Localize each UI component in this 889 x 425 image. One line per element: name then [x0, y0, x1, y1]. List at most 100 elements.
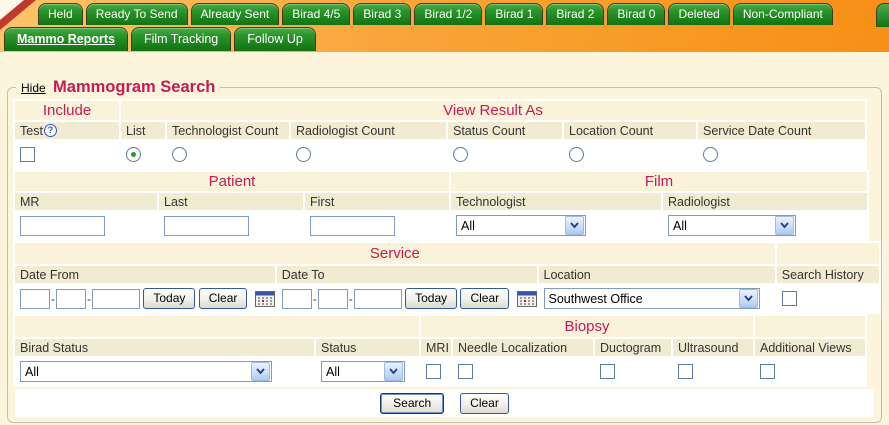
date-from-day-input[interactable]	[56, 289, 86, 309]
tab-deleted[interactable]: Deleted	[668, 3, 729, 25]
mr-label: MR	[15, 193, 157, 210]
first-label: First	[305, 193, 449, 210]
last-label: Last	[159, 193, 303, 210]
biopsy-section: Biopsy Birad Status Status MRI Needle Lo…	[13, 314, 867, 387]
test-checkbox[interactable]	[20, 147, 35, 162]
search-button[interactable]: Search	[380, 393, 444, 414]
tab-non-compliant[interactable]: Non-Compliant	[733, 3, 833, 25]
tab-birad-1-2[interactable]: Birad 1/2	[414, 3, 482, 25]
ultrasound-checkbox[interactable]	[678, 364, 693, 379]
chevron-down-icon	[565, 216, 584, 235]
calendar-icon[interactable]	[255, 291, 275, 307]
status-select[interactable]: All	[321, 361, 405, 382]
date-from-today-button[interactable]: Today	[143, 288, 195, 309]
clear-button[interactable]: Clear	[460, 393, 509, 414]
date-from-label: Date From	[15, 266, 275, 283]
date-to-month-input[interactable]	[282, 289, 312, 309]
tab-birad-1[interactable]: Birad 1	[485, 3, 543, 25]
date-to-clear-button[interactable]: Clear	[460, 288, 509, 309]
ductogram-label: Ductogram	[595, 339, 671, 356]
ultrasound-label: Ultrasound	[673, 339, 753, 356]
tab-birad-2[interactable]: Birad 2	[546, 3, 604, 25]
technologist-select[interactable]: All	[456, 215, 586, 236]
option-label-technologist-count: Technologist Count	[167, 122, 289, 139]
chevron-down-icon	[251, 362, 270, 381]
sub-tab-row: Mammo Reports Film Tracking Follow Up	[4, 27, 316, 51]
birad-status-select-value: All	[21, 365, 39, 379]
radio-service-date-count[interactable]	[703, 147, 718, 162]
radiologist-select[interactable]: All	[668, 215, 796, 236]
tab-follow-up[interactable]: Follow Up	[234, 27, 316, 51]
location-select-value: Southwest Office	[545, 292, 643, 306]
location-select[interactable]: Southwest Office	[544, 288, 760, 309]
technologist-label: Technologist	[451, 193, 661, 210]
needle-localization-checkbox[interactable]	[458, 364, 473, 379]
option-label-list: List	[121, 122, 165, 139]
tab-birad-0[interactable]: Birad 0	[607, 3, 665, 25]
chevron-down-icon	[775, 216, 794, 235]
date-separator: -	[313, 292, 317, 306]
additional-views-checkbox[interactable]	[760, 364, 775, 379]
page-corner-fold-icon	[0, 0, 24, 20]
biopsy-header-spacer	[15, 316, 419, 337]
option-label-location-count: Location Count	[564, 122, 696, 139]
partial-tab-right[interactable]	[876, 3, 889, 27]
panel-legend: Hide Mammogram Search	[16, 78, 220, 97]
option-label-radiologist-count: Radiologist Count	[291, 122, 446, 139]
service-section: Service Date From Date To Location Searc…	[13, 241, 881, 314]
date-to-day-input[interactable]	[318, 289, 348, 309]
technologist-select-value: All	[457, 219, 475, 233]
chevron-down-icon	[384, 362, 403, 381]
radio-list[interactable]	[126, 147, 141, 162]
date-separator: -	[51, 292, 55, 306]
tab-mammo-reports[interactable]: Mammo Reports	[4, 27, 128, 51]
status-select-value: All	[322, 365, 340, 379]
mri-label: MRI	[421, 339, 451, 356]
tab-birad-4-5[interactable]: Birad 4/5	[282, 3, 350, 25]
tab-ready-to-send[interactable]: Ready To Send	[86, 3, 188, 25]
search-history-checkbox[interactable]	[782, 291, 797, 306]
tab-film-tracking[interactable]: Film Tracking	[131, 27, 231, 51]
search-history-label: Search History	[777, 266, 879, 283]
include-header: Include	[15, 101, 119, 120]
status-label: Status	[316, 339, 419, 356]
top-tab-row: Held Ready To Send Already Sent Birad 4/…	[38, 3, 833, 25]
page-title: Mammogram Search	[53, 78, 215, 96]
tab-already-sent[interactable]: Already Sent	[191, 3, 280, 25]
help-question-icon[interactable]: ?	[44, 124, 57, 137]
date-from-year-input[interactable]	[92, 289, 140, 309]
radio-radiologist-count[interactable]	[296, 147, 311, 162]
needle-localization-label: Needle Localization	[453, 339, 593, 356]
mr-input[interactable]	[20, 216, 105, 236]
radio-status-count[interactable]	[453, 147, 468, 162]
hide-link[interactable]: Hide	[21, 81, 46, 95]
date-to-year-input[interactable]	[354, 289, 402, 309]
date-to-today-button[interactable]: Today	[405, 288, 457, 309]
option-label-service-date-count: Service Date Count	[698, 122, 865, 139]
radio-technologist-count[interactable]	[172, 147, 187, 162]
tab-birad-3[interactable]: Birad 3	[353, 3, 411, 25]
calendar-icon[interactable]	[517, 291, 537, 307]
birad-status-select[interactable]: All	[20, 361, 272, 382]
action-button-row: Search Clear	[15, 389, 874, 417]
tab-held[interactable]: Held	[38, 3, 83, 25]
date-from-month-input[interactable]	[20, 289, 50, 309]
first-input[interactable]	[310, 216, 395, 236]
date-from-clear-button[interactable]: Clear	[199, 288, 248, 309]
radiologist-label: Radiologist	[663, 193, 867, 210]
date-separator: -	[87, 292, 91, 306]
mri-checkbox[interactable]	[426, 364, 441, 379]
additional-views-label: Additional Views	[755, 339, 865, 356]
location-label: Location	[539, 266, 775, 283]
biopsy-header-spacer	[755, 316, 865, 337]
patient-header: Patient	[15, 172, 449, 191]
test-label: Test?	[15, 122, 119, 139]
film-header: Film	[451, 172, 867, 191]
last-input[interactable]	[164, 216, 249, 236]
radio-location-count[interactable]	[569, 147, 584, 162]
mammogram-search-panel: Hide Mammogram Search Include View Resul…	[7, 78, 882, 423]
chevron-down-icon	[739, 289, 758, 308]
biopsy-header: Biopsy	[421, 316, 753, 337]
service-header-spacer	[777, 243, 879, 264]
ductogram-checkbox[interactable]	[600, 364, 615, 379]
